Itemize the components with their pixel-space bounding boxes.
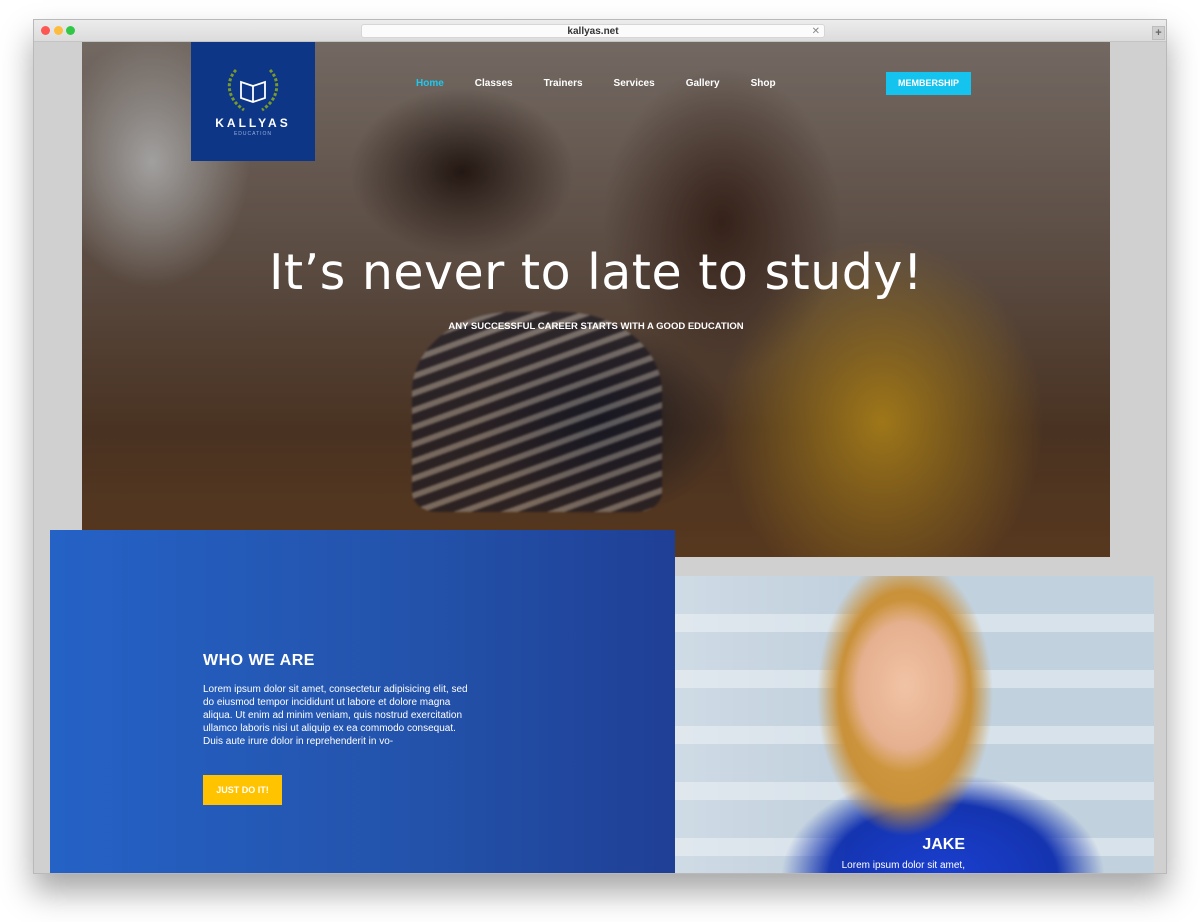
testimonial-photo	[643, 576, 1154, 873]
testimonial-text: Lorem ipsum dolor sit amet, consectetur …	[841, 860, 965, 871]
who-we-are-title: WHO WE ARE	[203, 652, 315, 669]
hero-subtitle: ANY SUCCESSFUL CAREER STARTS WITH A GOOD…	[448, 321, 744, 332]
testimonial-card: JAKE Lorem ipsum dolor sit amet, consect…	[643, 576, 1154, 873]
testimonial-name: JAKE	[922, 836, 965, 853]
nav-gallery[interactable]: Gallery	[686, 78, 720, 89]
address-bar[interactable]: kallyas.net ✕	[361, 24, 825, 38]
nav-shop[interactable]: Shop	[751, 78, 776, 89]
just-do-it-button[interactable]: JUST DO IT!	[203, 775, 282, 805]
hero-title: It’s never to late to study!	[268, 244, 924, 301]
logo-subtitle: EDUCATION	[233, 131, 273, 137]
site-logo[interactable]: KALLYAS EDUCATION	[191, 42, 315, 161]
who-we-are-text: Lorem ipsum dolor sit amet, consectetur …	[203, 684, 468, 747]
browser-titlebar: kallyas.net ✕ +	[34, 20, 1166, 42]
nav-classes[interactable]: Classes	[475, 78, 513, 89]
minimize-window-button[interactable]	[54, 26, 63, 35]
nav-trainers[interactable]: Trainers	[544, 78, 583, 89]
nav-home[interactable]: Home	[416, 78, 444, 89]
who-we-are-section: WHO WE ARE Lorem ipsum dolor sit amet, c…	[50, 530, 675, 873]
nav-services[interactable]: Services	[614, 78, 655, 89]
laurel-book-icon	[227, 68, 279, 112]
page-viewport: KALLYAS EDUCATION Home Classes Trainers …	[34, 42, 1166, 873]
main-nav: Home Classes Trainers Services Gallery S…	[416, 78, 776, 89]
url-text: kallyas.net	[567, 26, 619, 37]
new-tab-button[interactable]: +	[1152, 26, 1165, 40]
hero-section: KALLYAS EDUCATION Home Classes Trainers …	[82, 42, 1110, 557]
close-window-button[interactable]	[41, 26, 50, 35]
clear-url-icon[interactable]: ✕	[812, 25, 820, 38]
browser-window: kallyas.net ✕ + KALLYAS EDUCATION Home C…	[33, 19, 1167, 874]
logo-name: KALLYAS	[215, 116, 291, 130]
maximize-window-button[interactable]	[66, 26, 75, 35]
membership-button[interactable]: MEMBERSHIP	[886, 72, 971, 95]
